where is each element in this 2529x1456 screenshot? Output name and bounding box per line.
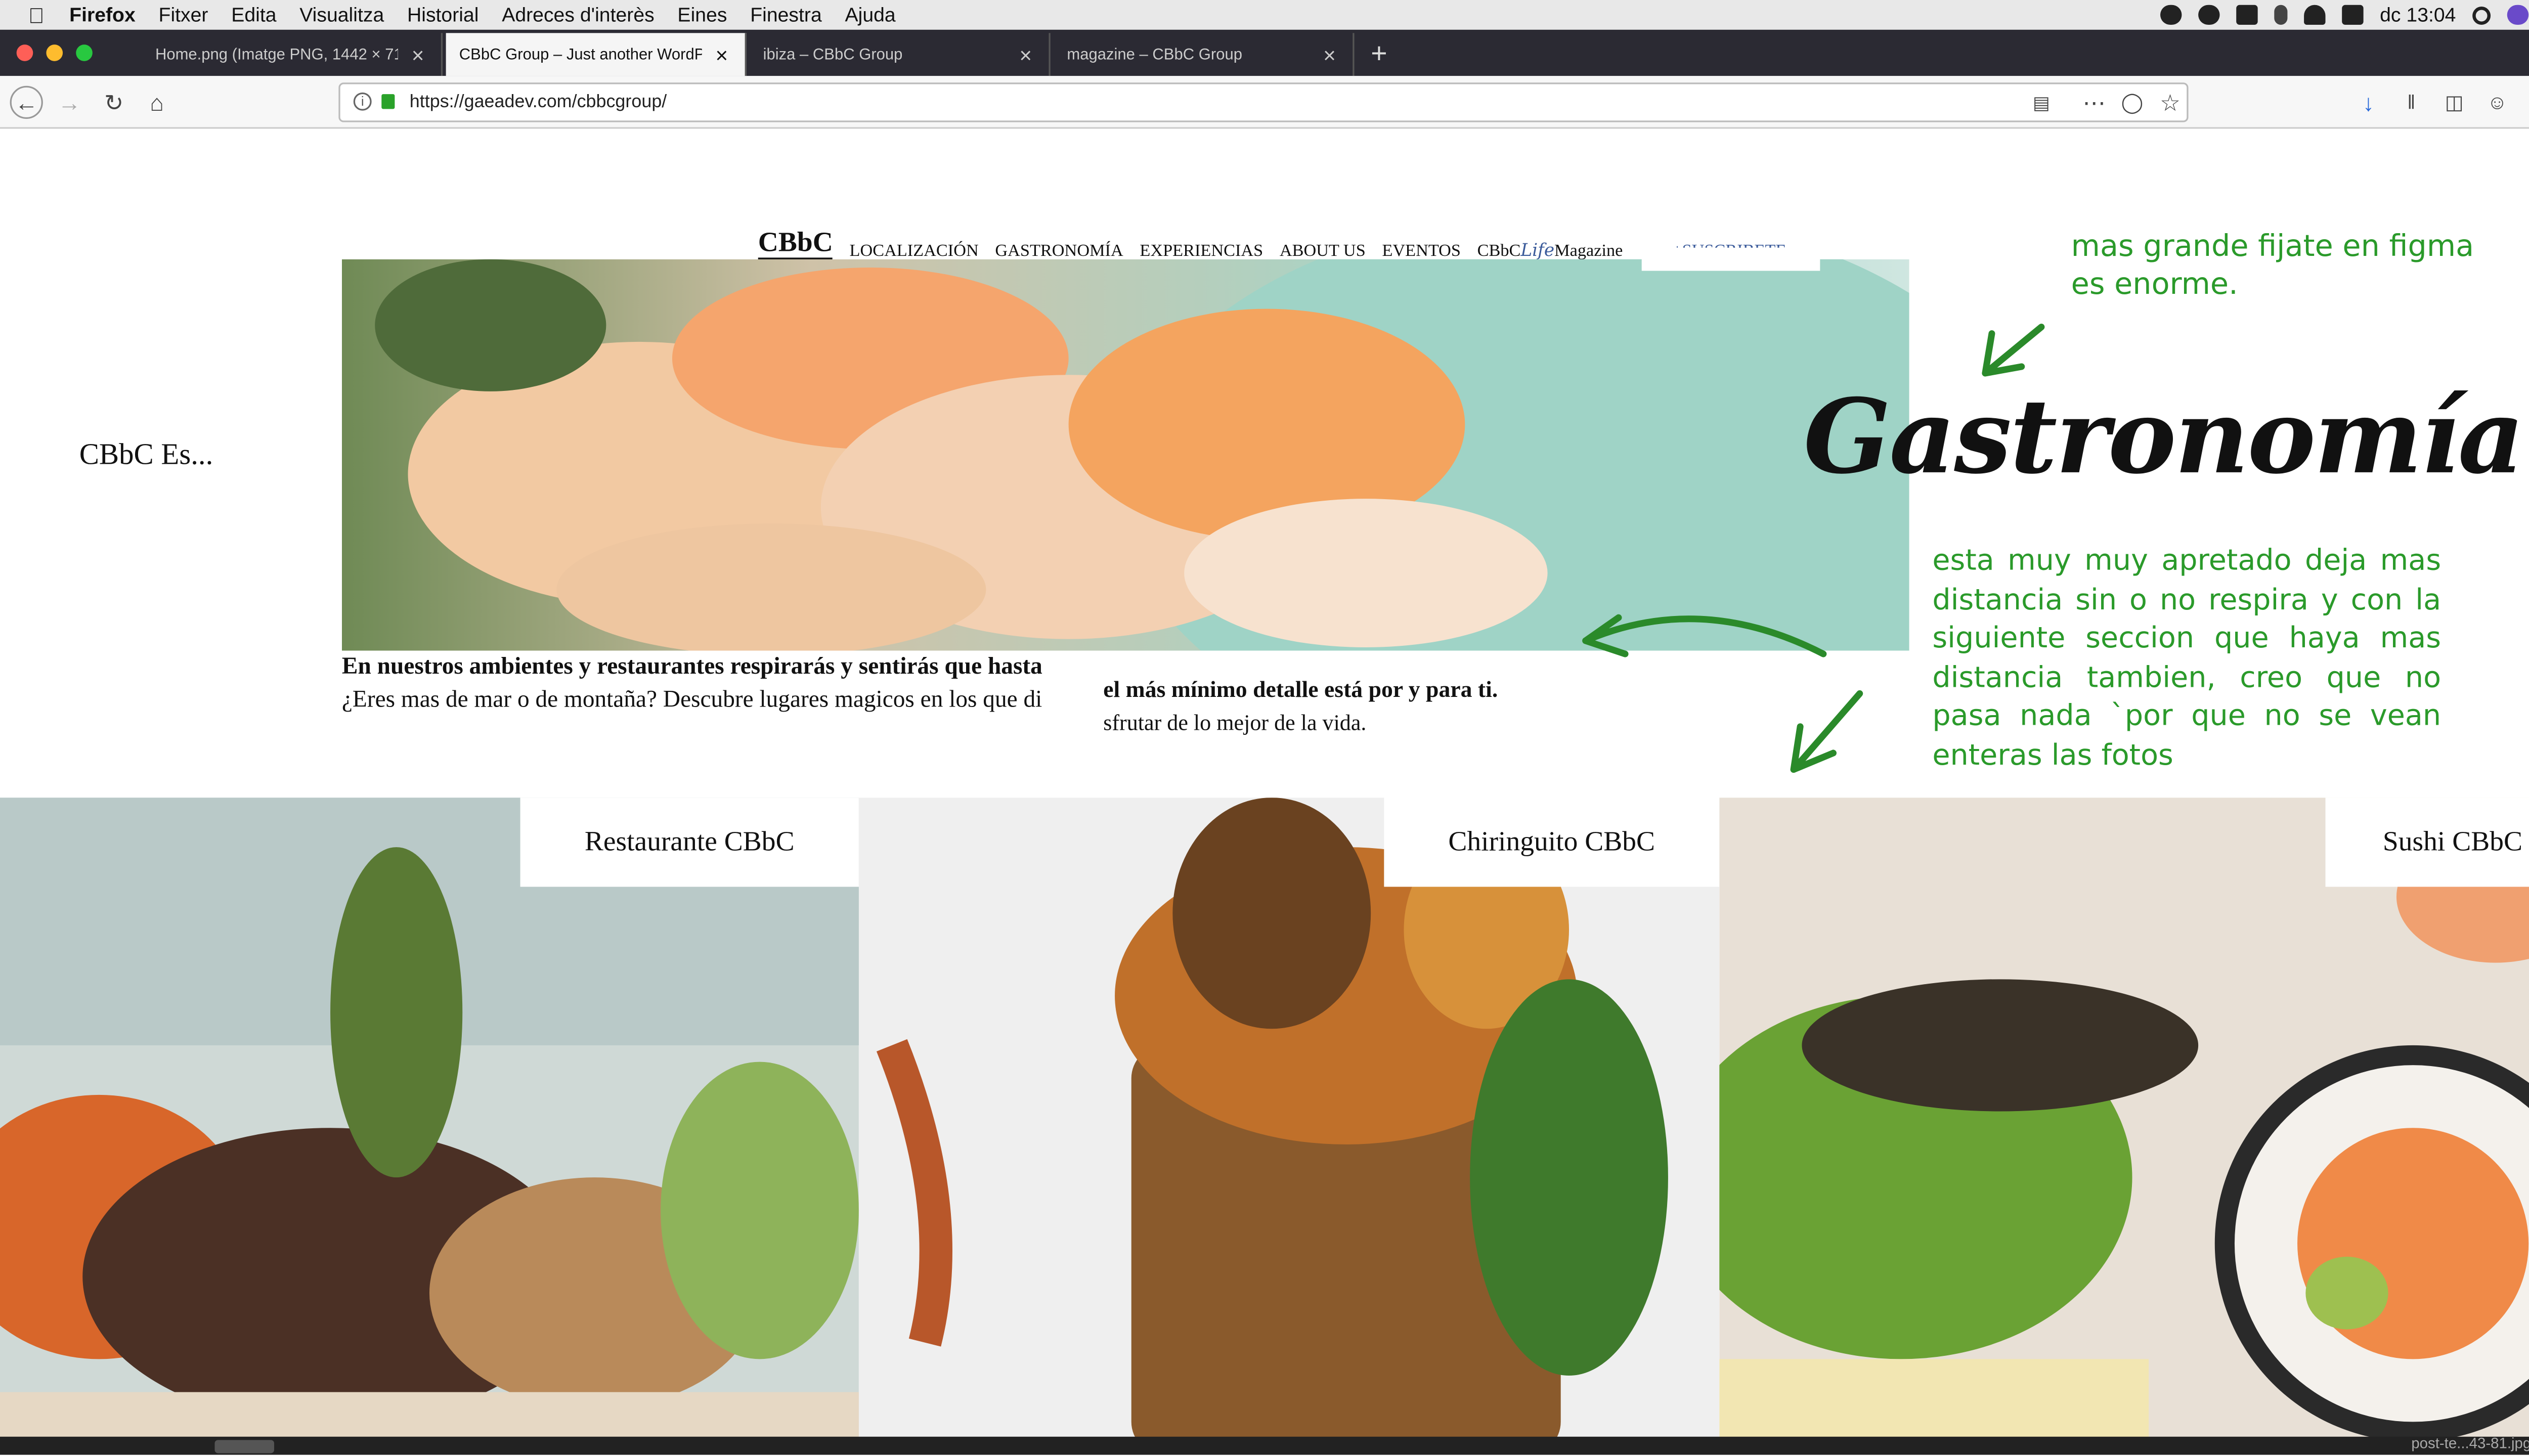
nav-about-us[interactable]: ABOUT US xyxy=(1280,243,1366,261)
nav-gastronomia[interactable]: GASTRONOMÍA xyxy=(995,243,1123,261)
chiringuito-photo xyxy=(858,798,1720,1455)
zoom-window-icon[interactable] xyxy=(76,45,93,61)
tile-label-restaurante[interactable]: Restaurante CBbC xyxy=(520,798,859,887)
home-icon[interactable]: ⌂ xyxy=(141,86,173,119)
annotation-arrows xyxy=(1582,323,2045,773)
forward-icon[interactable]: → xyxy=(53,86,85,119)
intro-line-3: el más mínimo detalle está por y para ti… xyxy=(1103,679,1498,704)
tile-restaurante[interactable]: Restaurante CBbC xyxy=(0,798,859,1455)
close-tab-icon[interactable]: × xyxy=(712,42,731,67)
mac-menubar:  Firefox Fitxer Edita Visualitza Histor… xyxy=(0,0,2529,30)
intro-line-1: En nuestros ambientes y restaurantes res… xyxy=(341,654,1042,681)
menu-bookmarks[interactable]: Adreces d'interès xyxy=(502,4,655,27)
bluetooth-icon[interactable] xyxy=(2274,5,2288,25)
intro-line-4: sfrutar de lo mejor de la vida. xyxy=(1103,710,1367,735)
reload-icon[interactable]: ↻ xyxy=(98,86,130,119)
subscribe-tab-bg xyxy=(1641,247,1820,271)
arrow-left-icon xyxy=(1582,614,1827,657)
tab-title: CBbC Group – Just another WordPr xyxy=(459,45,702,64)
close-tab-icon[interactable]: × xyxy=(1016,42,1035,67)
tab-cbbc-group[interactable]: CBbC Group – Just another WordPr × xyxy=(446,33,747,76)
nav-eventos[interactable]: EVENTOS xyxy=(1382,243,1461,261)
dropbox-icon[interactable] xyxy=(2236,5,2258,25)
pocket-icon[interactable]: ◯ xyxy=(2116,86,2149,119)
address-bar[interactable]: i https://gaeadev.com/cbbcgroup/ ▤ ⋯ ◯ ☆ xyxy=(338,82,2189,122)
bookmark-star-icon[interactable]: ☆ xyxy=(2154,86,2187,119)
input-source-icon[interactable] xyxy=(2342,5,2364,25)
library-icon[interactable]: ‖ xyxy=(2395,86,2428,119)
minimize-window-icon[interactable] xyxy=(46,45,63,61)
tab-home-png[interactable]: Home.png (Imatge PNG, 1442 × 71 × xyxy=(142,33,443,76)
tile-label-sushi[interactable]: Sushi CBbC xyxy=(2325,798,2529,887)
magazine-script: Life xyxy=(1520,241,1555,261)
intro-line-2: ¿Eres mas de mar o de montaña? Descubre … xyxy=(341,687,1042,714)
window-controls xyxy=(16,45,93,61)
url-text[interactable]: https://gaeadev.com/cbbcgroup/ xyxy=(410,93,667,112)
tab-title: Home.png (Imatge PNG, 1442 × 71 xyxy=(155,45,398,64)
menu-history[interactable]: Historial xyxy=(407,4,479,27)
new-tab-button[interactable]: + xyxy=(1364,33,1394,76)
site-info-icon[interactable]: i xyxy=(353,92,372,111)
tab-magazine[interactable]: magazine – CBbC Group × xyxy=(1054,33,1355,76)
menu-app-name[interactable]: Firefox xyxy=(69,4,136,27)
creative-cloud-icon[interactable] xyxy=(2160,5,2182,25)
menu-help[interactable]: Ajuda xyxy=(845,4,896,27)
site-navigation: CBbC LOCALIZACIÓN GASTRONOMÍA EXPERIENCI… xyxy=(758,228,1786,261)
annotation-note-top: mas grande fijate en figma es enorme. xyxy=(2071,229,2474,302)
reader-view-icon[interactable]: ▤ xyxy=(2025,86,2058,119)
tab-title: ibiza – CBbC Group xyxy=(763,45,903,64)
menubar-clock[interactable]: dc 13:04 xyxy=(2380,4,2456,27)
downloads-icon[interactable]: ↓ xyxy=(2352,86,2385,119)
account-icon[interactable]: ☺ xyxy=(2480,86,2513,119)
vpn-icon[interactable] xyxy=(2198,5,2220,25)
browser-toolbar: ← → ↻ ⌂ i https://gaeadev.com/cbbcgroup/… xyxy=(0,76,2529,129)
horizontal-scrollbar[interactable] xyxy=(0,1436,2529,1455)
menu-window[interactable]: Finestra xyxy=(750,4,822,27)
siri-icon[interactable] xyxy=(2507,5,2529,25)
nav-magazine[interactable]: CBbCLifeMagazine xyxy=(1477,241,1623,261)
lock-icon[interactable] xyxy=(381,94,395,109)
arrow-top-icon xyxy=(1982,323,2045,377)
magazine-prefix: CBbC xyxy=(1477,242,1521,261)
site-logo[interactable]: CBbC xyxy=(758,228,833,261)
close-tab-icon[interactable]: × xyxy=(1320,42,1339,67)
tab-title: magazine – CBbC Group xyxy=(1067,45,1242,64)
back-icon[interactable]: ← xyxy=(10,85,43,119)
sidebar-icon[interactable]: ◫ xyxy=(2438,86,2471,119)
menu-tools[interactable]: Eines xyxy=(677,4,727,27)
arrow-down-icon xyxy=(1790,690,1863,773)
menu-view[interactable]: Visualitza xyxy=(299,4,384,27)
horizontal-scrollbar-thumb[interactable] xyxy=(214,1440,275,1453)
menu-file[interactable]: Fitxer xyxy=(159,4,208,27)
close-window-icon[interactable] xyxy=(16,45,33,61)
restaurante-photo xyxy=(0,798,859,1455)
page-actions-icon[interactable]: ⋯ xyxy=(2078,86,2111,119)
web-page: CBbC LOCALIZACIÓN GASTRONOMÍA EXPERIENCI… xyxy=(0,128,2529,1455)
apple-icon[interactable]:  xyxy=(26,3,46,27)
menu-edit[interactable]: Edita xyxy=(231,4,276,27)
nav-experiencias[interactable]: EXPERIENCIAS xyxy=(1140,243,1263,261)
wifi-icon[interactable] xyxy=(2303,5,2326,25)
status-filename: post-te...43-81.jpg xyxy=(2411,1435,2529,1452)
side-title: CBbC Es... xyxy=(79,437,213,471)
magazine-suffix: Magazine xyxy=(1554,242,1623,261)
nav-localizacion[interactable]: LOCALIZACIÓN xyxy=(850,243,979,261)
tile-chiringuito[interactable]: Chiringuito CBbC xyxy=(858,798,1720,1455)
sushi-photo xyxy=(1719,798,2529,1455)
tab-ibiza[interactable]: ibiza – CBbC Group × xyxy=(750,33,1051,76)
tile-label-chiringuito[interactable]: Chiringuito CBbC xyxy=(1384,798,1720,887)
tile-sushi[interactable]: Sushi CBbC xyxy=(1719,798,2529,1455)
browser-tab-strip: Home.png (Imatge PNG, 1442 × 71 × CBbC Gr… xyxy=(0,29,2529,76)
spotlight-icon[interactable] xyxy=(2472,6,2491,24)
close-tab-icon[interactable]: × xyxy=(408,42,428,67)
